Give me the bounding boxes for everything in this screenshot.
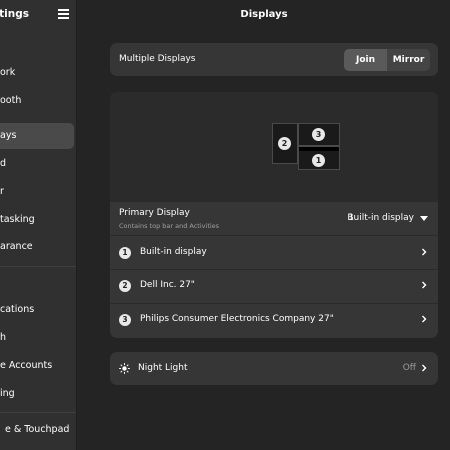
sidebar: Settings ork ooth ays d r tasking arance… xyxy=(0,0,77,450)
display-number-badge: 1 xyxy=(119,247,131,259)
night-light-status: Off xyxy=(402,363,416,373)
multiple-displays-label: Multiple Displays xyxy=(119,54,196,64)
sidebar-item-appearance[interactable]: arance xyxy=(0,234,74,260)
sidebar-item-label: arance xyxy=(0,241,33,252)
sidebar-item-search[interactable]: h xyxy=(0,325,74,351)
monitor-number-badge: 3 xyxy=(312,128,325,141)
sidebar-item-power[interactable]: r xyxy=(0,179,74,205)
sidebar-item-label: ooth xyxy=(0,95,22,106)
chevron-right-icon xyxy=(422,364,427,372)
sidebar-item-bluetooth[interactable]: ooth xyxy=(0,88,74,114)
hamburger-menu-icon[interactable] xyxy=(58,9,69,19)
chevron-right-icon xyxy=(422,248,427,256)
sun-icon xyxy=(119,363,130,374)
sidebar-item-online-accounts[interactable]: e Accounts xyxy=(0,353,74,379)
display-mode-toggle: Join Mirror xyxy=(344,49,430,71)
monitor-number-badge: 2 xyxy=(278,137,291,150)
display-name: Philips Consumer Electronics Company 27" xyxy=(140,314,334,324)
chevron-right-icon xyxy=(422,315,427,323)
display-name: Dell Inc. 27" xyxy=(140,280,195,290)
monitor-3[interactable]: 3 xyxy=(298,123,340,146)
sidebar-item-sound[interactable]: d xyxy=(0,151,74,177)
sidebar-item-applications[interactable]: cations xyxy=(0,297,74,323)
page-title: Displays xyxy=(240,9,288,20)
sidebar-item-label: e Accounts xyxy=(0,360,53,371)
main-content: Displays Multiple Displays Join Mirror 2… xyxy=(78,0,450,450)
join-button[interactable]: Join xyxy=(344,49,387,71)
sidebar-item-displays[interactable]: ays xyxy=(0,123,74,149)
sidebar-item-multitasking[interactable]: tasking xyxy=(0,207,74,233)
primary-display-label: Primary Display xyxy=(119,208,190,218)
sidebar-item-label: tasking xyxy=(0,214,35,225)
primary-display-value: Built-in display xyxy=(347,213,414,223)
sidebar-item-label: r xyxy=(0,186,4,197)
sidebar-item-sharing[interactable]: ing xyxy=(0,381,74,407)
sidebar-header: Settings xyxy=(0,0,76,30)
display-row-built-in[interactable]: 1 Built-in display xyxy=(110,236,438,269)
display-name: Built-in display xyxy=(140,247,207,257)
sidebar-item-label: h xyxy=(0,332,7,343)
sidebar-item-label: e & Touchpad xyxy=(5,424,70,435)
sidebar-item-label: cations xyxy=(0,304,35,315)
display-arrangement-card: 2 3 1 Primary Display Contains top bar a… xyxy=(110,92,438,338)
sidebar-title: Settings xyxy=(0,8,29,20)
top-bar-indicator xyxy=(299,147,339,151)
monitor-1[interactable]: 1 xyxy=(298,146,340,170)
chevron-right-icon xyxy=(422,281,427,289)
sidebar-item-mouse-touchpad[interactable]: e & Touchpad xyxy=(0,417,74,443)
sidebar-item-label: ing xyxy=(0,388,15,399)
sidebar-separator xyxy=(0,266,76,267)
display-row-dell[interactable]: 2 Dell Inc. 27" xyxy=(110,270,438,303)
night-light-label: Night Light xyxy=(138,363,188,373)
sidebar-item-label: ays xyxy=(0,130,17,141)
sidebar-separator xyxy=(0,412,76,413)
multiple-displays-row: Multiple Displays Join Mirror xyxy=(110,43,438,76)
monitor-number-badge: 1 xyxy=(312,154,325,167)
primary-display-row[interactable]: Primary Display Contains top bar and Act… xyxy=(110,202,438,235)
mirror-button[interactable]: Mirror xyxy=(387,49,430,71)
sidebar-item-network[interactable]: ork xyxy=(0,60,74,86)
display-number-badge: 3 xyxy=(119,314,131,326)
sidebar-item-label: d xyxy=(0,158,7,169)
night-light-row[interactable]: Night Light Off xyxy=(110,352,438,385)
primary-display-subtitle: Contains top bar and Activities xyxy=(119,222,220,230)
display-arrangement-area: 2 3 1 xyxy=(110,92,438,202)
display-number-badge: 2 xyxy=(119,280,131,292)
display-row-philips[interactable]: 3 Philips Consumer Electronics Company 2… xyxy=(110,304,438,337)
sidebar-item-label: ork xyxy=(0,67,16,78)
monitor-2[interactable]: 2 xyxy=(272,123,298,164)
dropdown-arrow-icon xyxy=(420,216,428,221)
